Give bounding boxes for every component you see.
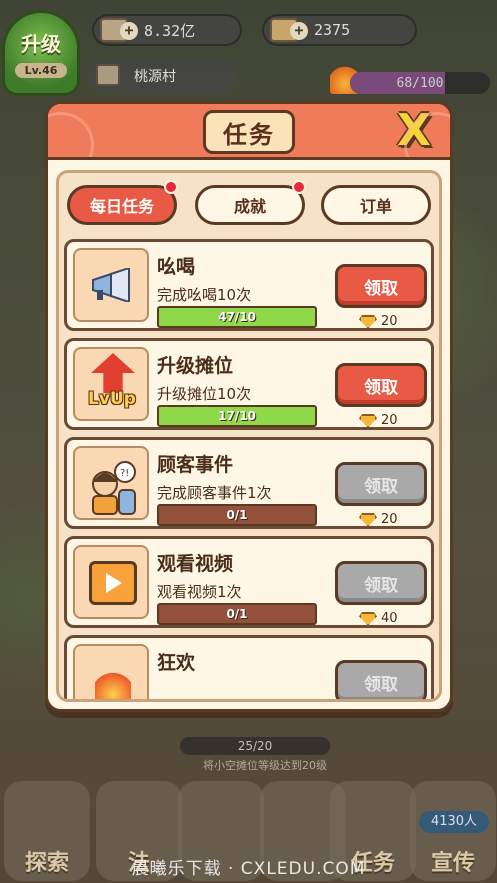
- claim-button-disabled[interactable]: 领取: [335, 462, 427, 506]
- task-name: 升级摊位: [157, 355, 234, 377]
- dialog-header: 任务 X: [48, 104, 450, 160]
- diamond-icon: [359, 314, 377, 329]
- task-row: 狂欢 领取: [64, 635, 434, 699]
- top-hud: 升级 Lv.46 + 8.32亿 + 2375 桃源村 68/100: [0, 0, 497, 100]
- lvup-icon: LvUp: [88, 389, 136, 409]
- task-icon-box: [73, 248, 149, 322]
- add-gems-icon[interactable]: +: [290, 22, 308, 40]
- stall-hint: 将小空摊位等级达到20级: [203, 759, 327, 772]
- tab-achievements[interactable]: 成就: [195, 180, 306, 225]
- claim-button[interactable]: 领取: [335, 363, 427, 407]
- notification-dot: [164, 180, 178, 194]
- reward-value: 20: [381, 512, 398, 527]
- task-progress-text: 0/1: [226, 607, 248, 621]
- task-desc: 完成吆喝10次: [157, 286, 252, 304]
- fire-icon: [95, 660, 131, 699]
- level-up-label: 升级: [21, 32, 61, 56]
- diamond-icon: [359, 413, 377, 428]
- task-name: 观看视频: [157, 553, 234, 575]
- reward-value: 20: [381, 413, 398, 428]
- coins-bar: + 8.32亿: [92, 14, 242, 46]
- add-coins-icon[interactable]: +: [120, 22, 138, 40]
- megaphone-icon: [92, 268, 130, 302]
- coins-value: 8.32亿: [144, 21, 196, 40]
- task-progress-text: 47/10: [218, 310, 256, 324]
- energy-value: 68/100: [396, 75, 444, 91]
- reward-value: 40: [381, 611, 398, 626]
- reward-value: 20: [381, 314, 398, 329]
- location-bar[interactable]: 桃源村: [88, 60, 238, 92]
- close-icon: X: [397, 105, 431, 156]
- task-desc: 升级摊位10次: [157, 385, 252, 403]
- claim-button-disabled[interactable]: 领取: [335, 561, 427, 605]
- svg-text:?!: ?!: [120, 468, 129, 479]
- visitors-count: 4130人: [419, 811, 489, 833]
- task-reward: 40: [359, 611, 398, 626]
- task-dialog: 任务 X 每日任务 成就 订单 吆喝 完成吆喝10次 47/10 领取 20 L…: [45, 101, 453, 712]
- gems-bar: + 2375: [262, 14, 417, 46]
- task-row: 观看视频 观看视频1次 0/1 领取 40: [64, 536, 434, 628]
- task-icon-box: ?!: [73, 446, 149, 520]
- energy-bar: 68/100: [350, 72, 490, 94]
- task-icon-box: LvUp: [73, 347, 149, 421]
- task-icon-box: [73, 545, 149, 619]
- task-reward: 20: [359, 314, 398, 329]
- task-reward: 20: [359, 512, 398, 527]
- task-progress-bar: 47/10: [157, 306, 317, 328]
- task-desc: 观看视频1次: [157, 583, 242, 601]
- tab-daily-tasks-label: 每日任务: [89, 197, 154, 216]
- close-button[interactable]: X: [392, 108, 436, 154]
- tab-orders-label: 订单: [359, 197, 392, 216]
- task-list[interactable]: 吆喝 完成吆喝10次 47/10 领取 20 LvUp 升级摊位 升级摊位10次…: [64, 239, 434, 699]
- location-name: 桃源村: [134, 69, 176, 85]
- task-name: 吆喝: [157, 256, 196, 278]
- level-up-arrow-icon: [91, 353, 135, 393]
- video-icon: [89, 561, 137, 605]
- task-row: 吆喝 完成吆喝10次 47/10 领取 20: [64, 239, 434, 331]
- task-name: 狂欢: [157, 652, 196, 674]
- customer-icon: ?!: [92, 461, 136, 515]
- claim-button[interactable]: 领取: [335, 264, 427, 308]
- dialog-title: 任务: [223, 120, 275, 149]
- dialog-title-plate: 任务: [203, 110, 295, 154]
- tab-achievements-label: 成就: [233, 197, 266, 216]
- task-progress-bar: 0/1: [157, 504, 317, 526]
- level-badge[interactable]: 升级 Lv.46: [2, 10, 80, 96]
- diamond-icon: [359, 512, 377, 527]
- dialog-body: 每日任务 成就 订单 吆喝 完成吆喝10次 47/10 领取 20 LvUp 升…: [56, 170, 442, 702]
- tab-daily-tasks[interactable]: 每日任务: [67, 180, 178, 225]
- task-name: 顾客事件: [157, 454, 234, 476]
- task-progress-bar: 0/1: [157, 603, 317, 625]
- tab-orders[interactable]: 订单: [321, 185, 431, 225]
- map-icon: [96, 64, 120, 86]
- watermark: 晨曦乐下载 · CXLEDU.COM: [131, 859, 366, 879]
- task-progress-bar: 17/10: [157, 405, 317, 427]
- task-tabs: 每日任务 成就 订单: [59, 180, 439, 225]
- level-value: Lv.46: [14, 63, 68, 78]
- stall-progress: 25/20: [180, 737, 330, 755]
- task-progress-text: 0/1: [226, 508, 248, 522]
- task-row: ?! 顾客事件 完成顾客事件1次 0/1 领取 20: [64, 437, 434, 529]
- diamond-icon: [359, 611, 377, 626]
- task-icon-box: [73, 644, 149, 699]
- notification-dot: [292, 180, 306, 194]
- gems-value: 2375: [314, 21, 351, 39]
- task-progress-text: 17/10: [218, 409, 256, 423]
- claim-button-disabled[interactable]: 领取: [335, 660, 427, 699]
- task-row: LvUp 升级摊位 升级摊位10次 17/10 领取 20: [64, 338, 434, 430]
- task-reward: 20: [359, 413, 398, 428]
- task-desc: 完成顾客事件1次: [157, 484, 272, 502]
